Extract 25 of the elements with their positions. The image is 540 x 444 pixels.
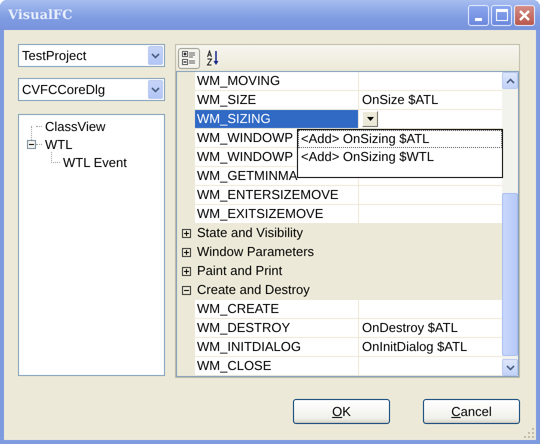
property-name[interactable]: WM_SIZE bbox=[195, 91, 359, 109]
class-combo[interactable]: CVFCCoreDlg bbox=[18, 78, 165, 101]
tree-item[interactable]: WTL bbox=[45, 136, 72, 152]
window-title: VisualFC bbox=[8, 8, 73, 22]
tree-item[interactable]: ClassView bbox=[45, 118, 106, 134]
property-value-field[interactable]: OnInitDialog $ATL bbox=[359, 338, 502, 356]
tree-item[interactable]: WTL Event bbox=[63, 154, 127, 170]
property-name[interactable]: WM_SIZING bbox=[195, 110, 359, 128]
property-value-field[interactable]: OnSize $ATL bbox=[359, 91, 502, 109]
property-name[interactable]: WM_CLOSE bbox=[195, 357, 359, 375]
property-name[interactable]: WM_INITDIALOG bbox=[195, 338, 359, 356]
cancel-button[interactable]: Cancel bbox=[423, 399, 520, 424]
category-label[interactable]: Paint and Print bbox=[195, 262, 282, 280]
property-name[interactable]: WM_MOVING bbox=[195, 72, 359, 90]
property-name[interactable]: WM_DESTROY bbox=[195, 319, 359, 337]
ok-button[interactable]: OK bbox=[293, 399, 390, 424]
property-name[interactable]: WM_EXITSIZEMOVE bbox=[195, 205, 359, 223]
property-value-field[interactable]: OnDestroy $ATL bbox=[359, 319, 502, 337]
category-label[interactable]: Window Parameters bbox=[195, 243, 314, 261]
dropdown-option[interactable]: <Add> OnSizing $ATL bbox=[298, 130, 502, 148]
property-name[interactable]: WM_CREATE bbox=[195, 300, 359, 318]
category-label[interactable]: Create and Destroy bbox=[195, 281, 310, 299]
property-name[interactable]: WM_ENTERSIZEMOVE bbox=[195, 186, 359, 204]
project-combo[interactable]: TestProject bbox=[18, 44, 165, 67]
category-label[interactable]: State and Visibility bbox=[195, 224, 303, 242]
